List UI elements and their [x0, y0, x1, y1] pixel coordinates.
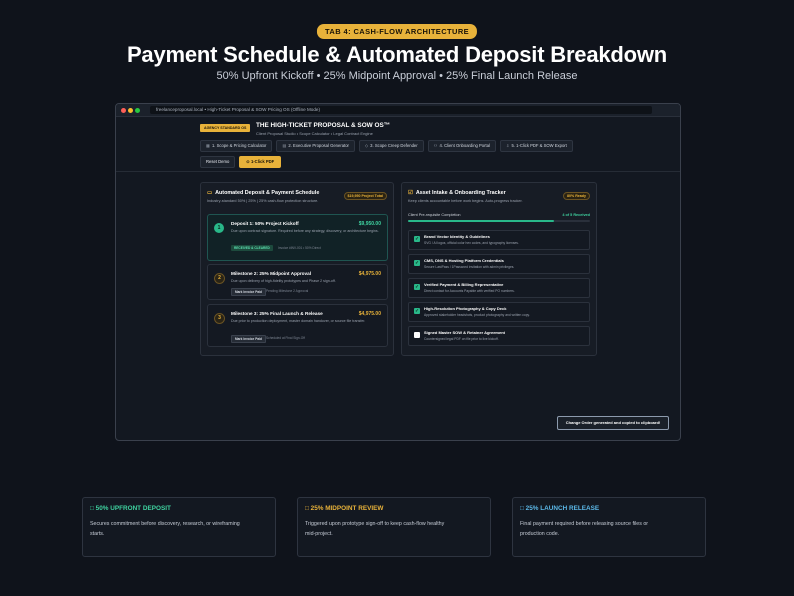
milestone-number: 3: [214, 313, 225, 324]
asset-description: Direct contact for Accounts Payable with…: [424, 289, 515, 293]
progress-bar: [408, 220, 590, 222]
panel-title: ▭ Automated Deposit & Payment Schedule: [207, 190, 319, 196]
checkbox-checked-icon[interactable]: ✓: [414, 284, 420, 290]
asset-item[interactable]: ✓ Verified Payment & Billing Representat…: [408, 278, 590, 298]
minimize-window-icon[interactable]: [128, 107, 133, 113]
app-title: THE HIGH-TICKET PROPOSAL & SOW OS™: [256, 122, 391, 129]
asset-title: Verified Payment & Billing Representativ…: [424, 282, 504, 287]
payment-schedule-panel: ▭ Automated Deposit & Payment Schedule In…: [200, 182, 394, 356]
download-icon: ⇩: [505, 143, 510, 148]
milestone-description: Due upon delivery of high-fidelity proto…: [231, 279, 336, 283]
milestone-title: Milestone 2: 25% Midpoint Approval: [231, 271, 312, 276]
onboarding-tracker-panel: ☑ Asset Intake & Onboarding Tracker Keep …: [401, 182, 597, 356]
milestone-number: 2: [214, 273, 225, 284]
progress-count: 4 of 5 Received: [562, 213, 590, 217]
tab-label: 1. Scope & Pricing Calculator: [211, 143, 267, 148]
ready-badge: 80% Ready: [563, 192, 590, 200]
reset-demo-button[interactable]: Reset Demo: [200, 156, 236, 168]
main-tabs: ▦ 1. Scope & Pricing Calculator ▤ 2. Execu…: [200, 140, 573, 152]
asset-item[interactable]: ✓ High-Resolution Photography & Copy Dec…: [408, 302, 590, 322]
mark-invoice-paid-button[interactable]: Mark Invoice Paid: [231, 335, 266, 343]
calculator-icon: ▦: [206, 143, 210, 148]
tab-pdf-export[interactable]: ⇩ 5. 1-Click PDF & SOW Export: [499, 140, 573, 152]
milestone-card-3: 3 Milestone 3: 25% Final Launch & Releas…: [207, 304, 388, 347]
milestone-amount: $4,975.00: [358, 271, 381, 277]
card-body: Secures commitment before discovery, res…: [90, 521, 240, 537]
progress-bar-fill: [408, 220, 554, 222]
milestone-description: Due prior to production deployment, mast…: [231, 319, 366, 323]
asset-title: High-Resolution Photography & Copy Deck: [424, 306, 507, 311]
asset-item[interactable]: ✓ CMS, DNS & Hosting Platform Credential…: [408, 254, 590, 274]
asset-description: SVG / AI logos, official color hex codes…: [424, 241, 519, 245]
panel-title: ☑ Asset Intake & Onboarding Tracker: [408, 190, 506, 196]
action-row: Reset Demo ⊙ 1-Click PDF: [200, 156, 282, 168]
document-icon: ▤: [282, 143, 287, 148]
panel-title-text: Asset Intake & Onboarding Tracker: [415, 190, 506, 196]
received-cleared-badge: RECEIVED & CLEARED: [231, 245, 273, 251]
asset-description: Countersigned legal PDF on file prior to…: [424, 337, 499, 341]
address-bar[interactable]: freelanceproposal.local • High-Ticket Pr…: [150, 106, 652, 114]
tab-label: 4. Client Onboarding Portal: [439, 143, 490, 148]
asset-item[interactable]: ✓ Signed Master SOW & Retainer Agreement…: [408, 326, 590, 346]
invoice-note: Invoice #INV-001 • 50% Direct: [278, 246, 321, 250]
milestone-card-2: 2 Milestone 2: 25% Midpoint Approval $4,…: [207, 264, 388, 300]
checkbox-checked-icon[interactable]: ✓: [414, 236, 420, 242]
milestone-description: Due upon contract signature. Required be…: [231, 229, 379, 233]
milestone-amount: $4,975.00: [358, 311, 381, 317]
page-title: Payment Schedule & Automated Deposit Bre…: [126, 42, 668, 67]
shield-icon: ◇: [364, 143, 369, 148]
asset-title: Brand Vector Identity & Guidelines: [424, 234, 490, 239]
asset-title: CMS, DNS & Hosting Platform Credentials: [424, 258, 504, 263]
page-subtitle: 50% Upfront Kickoff • 25% Midpoint Appro…: [216, 70, 578, 82]
milestone-amount: $9,950.00: [358, 221, 381, 227]
card-title: □ 25% LAUNCH RELEASE: [520, 505, 600, 512]
browser-window: freelanceproposal.local • High-Ticket Pr…: [115, 103, 681, 441]
checkbox-checked-icon[interactable]: ✓: [414, 308, 420, 314]
panel-subtitle: Industry-standard 50% | 25% | 25% cash-f…: [207, 199, 319, 203]
progress-label: Client Pre-requisite Completion: [408, 213, 461, 217]
panel-subtitle: Keep clients accountable before work beg…: [408, 199, 523, 203]
upfront-deposit-card: □ 50% UPFRONT DEPOSIT Secures commitment…: [82, 497, 276, 557]
asset-item[interactable]: ✓ Brand Vector Identity & Guidelines SVG…: [408, 230, 590, 250]
checkbox-checked-icon[interactable]: ✓: [414, 260, 420, 266]
maximize-window-icon[interactable]: [135, 107, 140, 113]
tab-proposal-generator[interactable]: ▤ 2. Executive Proposal Generator: [276, 140, 355, 152]
calendar-icon: ▭: [207, 190, 213, 196]
pdf-export-button[interactable]: ⊙ 1-Click PDF: [239, 156, 282, 168]
card-body: Final payment required before releasing …: [520, 521, 649, 537]
scheduled-note: Scheduled at Final Sign-Off: [266, 336, 305, 340]
midpoint-review-card: □ 25% MIDPOINT REVIEW Triggered upon pro…: [297, 497, 491, 557]
tab-pill: TAB 4: CASH-FLOW ARCHITECTURE: [316, 24, 478, 39]
panel-title-text: Automated Deposit & Payment Schedule: [215, 190, 320, 196]
header-divider: [116, 171, 680, 172]
card-title: □ 50% UPFRONT DEPOSIT: [90, 505, 171, 512]
tab-label: 5. 1-Click PDF & SOW Export: [511, 143, 567, 148]
browser-chrome: freelanceproposal.local • High-Ticket Pr…: [116, 104, 680, 117]
milestone-title: Deposit 1: 50% Project Kickoff: [231, 221, 299, 226]
card-title: □ 25% MIDPOINT REVIEW: [305, 505, 384, 512]
mark-invoice-paid-button[interactable]: Mark Invoice Paid: [231, 288, 266, 296]
checklist-icon: ☑: [408, 190, 413, 196]
agency-badge: AGENCY STANDARD OS: [200, 124, 251, 132]
milestone-title: Milestone 3: 25% Final Launch & Release: [231, 311, 323, 316]
tab-client-onboarding[interactable]: ⚇ 4. Client Onboarding Portal: [427, 140, 496, 152]
pending-note: Pending Milestone 2 Approval: [266, 289, 309, 293]
toast-notification[interactable]: Change Order generated and copied to cli…: [557, 416, 669, 430]
asset-title: Signed Master SOW & Retainer Agreement: [424, 330, 505, 335]
card-body: Triggered upon prototype sign-off to kee…: [305, 521, 445, 537]
tab-scope-pricing[interactable]: ▦ 1. Scope & Pricing Calculator: [200, 140, 273, 152]
users-icon: ⚇: [433, 143, 438, 148]
launch-release-card: □ 25% LAUNCH RELEASE Final payment requi…: [512, 497, 706, 557]
app-subtitle: Client Proposal Studio • Scope Calculato…: [256, 131, 373, 136]
project-total-badge: $19,950 Project Total: [343, 192, 387, 200]
tab-label: 3. Scope Creep Defender: [370, 143, 418, 148]
tab-scope-creep[interactable]: ◇ 3. Scope Creep Defender: [358, 140, 424, 152]
checkbox-unchecked-icon[interactable]: ✓: [414, 332, 420, 338]
asset-description: Approved stakeholder headshots, product …: [424, 313, 530, 317]
milestone-card-1: 1 Deposit 1: 50% Project Kickoff $9,950.…: [207, 214, 388, 261]
close-window-icon[interactable]: [121, 107, 126, 113]
milestone-number: 1: [214, 223, 224, 233]
asset-description: Secure LastPass / 1Password invitation w…: [424, 265, 515, 269]
tab-label: 2. Executive Proposal Generator: [288, 143, 349, 148]
